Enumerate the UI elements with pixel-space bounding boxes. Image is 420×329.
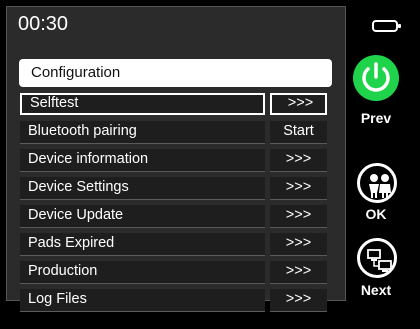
- power-icon: [362, 62, 390, 92]
- menu-item-action[interactable]: >>>: [270, 261, 327, 284]
- menu-item-label: Device Update: [28, 207, 124, 223]
- menu-item-label-cell: Device information: [20, 149, 265, 172]
- menu-item-label-cell: Selftest: [20, 93, 265, 115]
- menu-item-label-cell: Bluetooth pairing: [20, 121, 265, 144]
- menu-item-label: Device Settings: [28, 179, 129, 195]
- menu-item-label-cell: Production: [20, 261, 265, 284]
- menu-item-action-label: >>>: [285, 151, 312, 167]
- menu-title: Configuration: [19, 59, 332, 87]
- menu-item-label: Production: [28, 263, 98, 279]
- menu-item-bluetooth-pairing[interactable]: Bluetooth pairing Start: [20, 121, 328, 144]
- network-icon: [367, 249, 392, 272]
- menu-item-device-settings[interactable]: Device Settings >>>: [20, 177, 328, 200]
- menu-item-action-label: >>>: [285, 263, 312, 279]
- menu-item-label: Selftest: [30, 95, 79, 111]
- menu-item-selftest[interactable]: Selftest >>>: [20, 93, 328, 115]
- menu-item-label-cell: Log Files: [20, 289, 265, 312]
- menu-item-device-information[interactable]: Device information >>>: [20, 149, 328, 172]
- menu-title-label: Configuration: [31, 64, 121, 81]
- menu-item-label: Device information: [28, 151, 149, 167]
- menu-item-action-label: Start: [283, 123, 314, 139]
- menu-item-label: Log Files: [28, 291, 87, 307]
- menu-item-action[interactable]: >>>: [270, 233, 327, 256]
- menu-item-action-label: >>>: [285, 291, 312, 307]
- menu-item-device-update[interactable]: Device Update >>>: [20, 205, 328, 228]
- menu-item-action[interactable]: >>>: [270, 289, 327, 312]
- menu-item-action-label: >>>: [285, 235, 312, 251]
- menu-item-action[interactable]: >>>: [270, 149, 327, 172]
- menu-item-label-cell: Pads Expired: [20, 233, 265, 256]
- clock: 00:30: [18, 13, 69, 35]
- menu-item-action-label: >>>: [287, 95, 314, 111]
- menu-item-production[interactable]: Production >>>: [20, 261, 328, 284]
- battery-icon: [372, 20, 401, 32]
- menu-item-action[interactable]: >>>: [270, 177, 327, 200]
- children-icon: [369, 174, 391, 198]
- prev-label[interactable]: Prev: [346, 110, 406, 126]
- menu-item-action[interactable]: >>>: [270, 93, 327, 115]
- menu-item-label: Pads Expired: [28, 235, 115, 251]
- menu-item-log-files[interactable]: Log Files >>>: [20, 289, 328, 312]
- menu-item-label: Bluetooth pairing: [28, 123, 137, 139]
- menu-item-action[interactable]: >>>: [270, 205, 327, 228]
- power-button[interactable]: [353, 55, 399, 101]
- menu-item-action[interactable]: Start: [270, 121, 327, 144]
- menu-item-pads-expired[interactable]: Pads Expired >>>: [20, 233, 328, 256]
- ok-label[interactable]: OK: [346, 206, 406, 222]
- menu-item-action-label: >>>: [285, 207, 312, 223]
- menu-item-action-label: >>>: [285, 179, 312, 195]
- menu-item-label-cell: Device Settings: [20, 177, 265, 200]
- device-frame: 00:30 Configuration Selftest >>> Bluetoo…: [0, 0, 420, 329]
- next-label[interactable]: Next: [346, 282, 406, 298]
- menu-item-label-cell: Device Update: [20, 205, 265, 228]
- network-button[interactable]: [357, 238, 397, 278]
- children-mode-button[interactable]: [357, 163, 397, 203]
